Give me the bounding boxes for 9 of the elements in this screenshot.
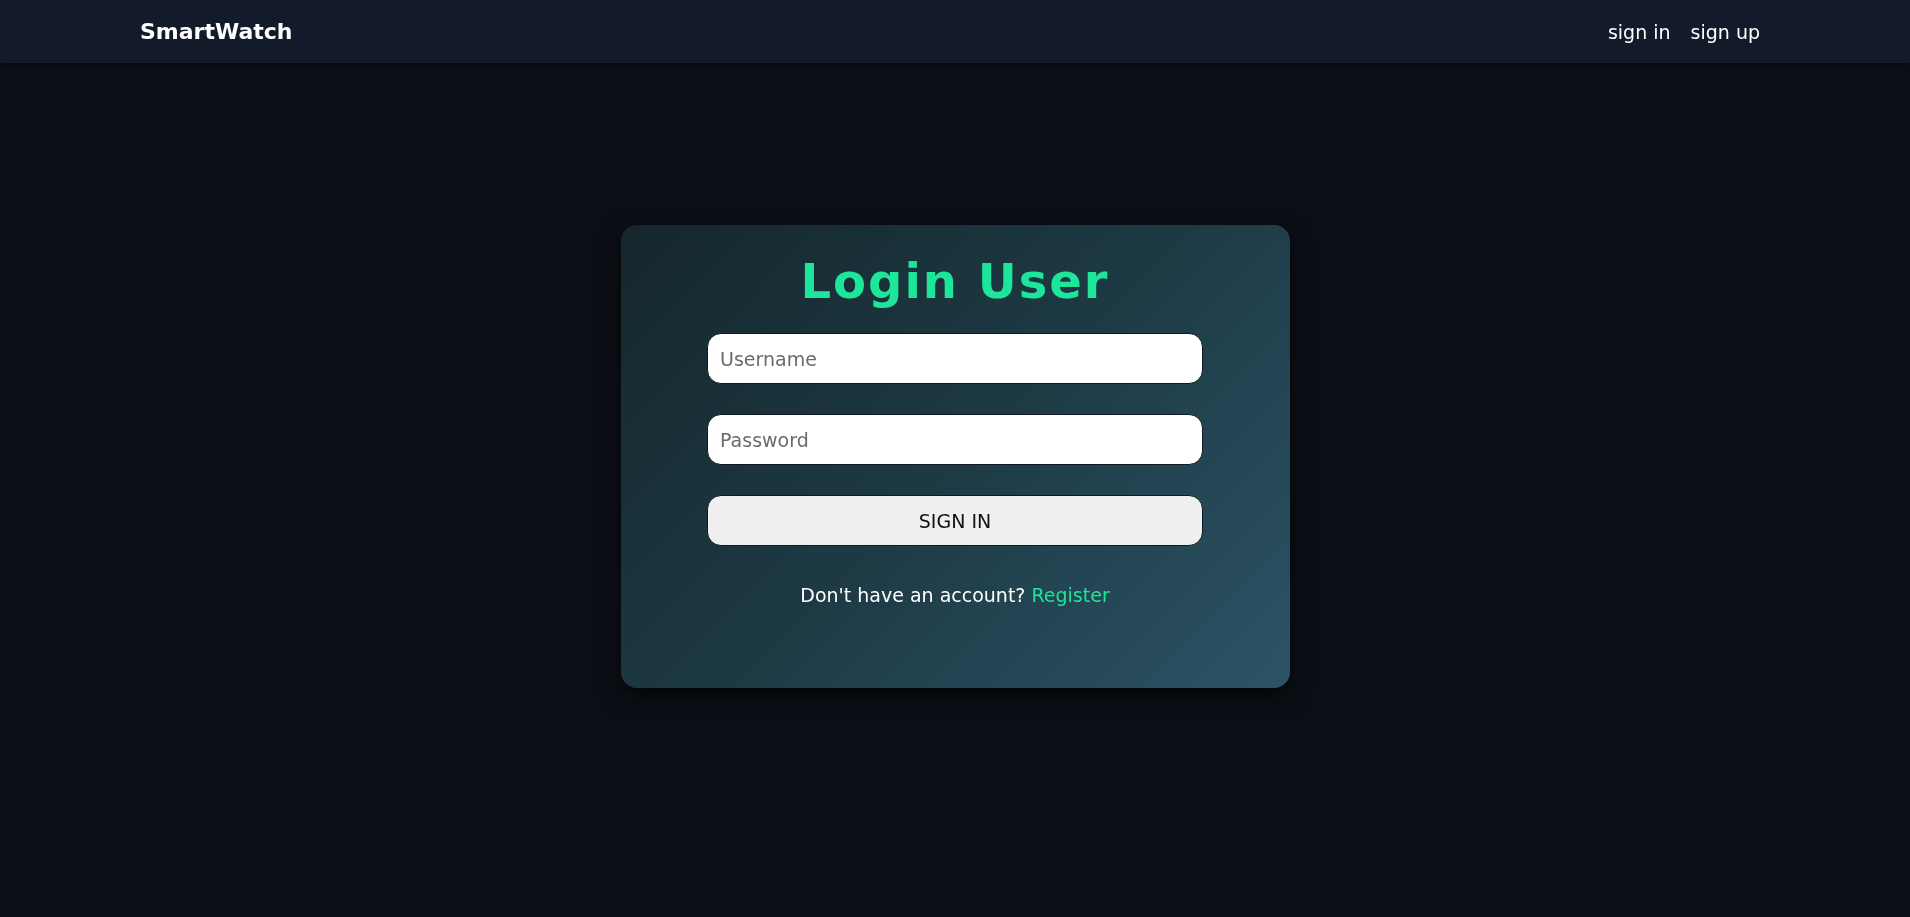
sign-in-button[interactable]: SIGN IN [707,495,1203,546]
brand-logo[interactable]: SmartWatch [140,19,293,44]
input-field[interactable]: Password [707,414,1203,465]
nav-link[interactable]: sign up [1690,20,1760,43]
input-field[interactable]: Username [707,333,1203,384]
register-link[interactable]: Register [1031,584,1110,606]
login-title: Login User [800,253,1110,309]
register-prompt: Don't have an account? [800,584,1026,606]
nav-link[interactable]: sign in [1607,20,1671,43]
